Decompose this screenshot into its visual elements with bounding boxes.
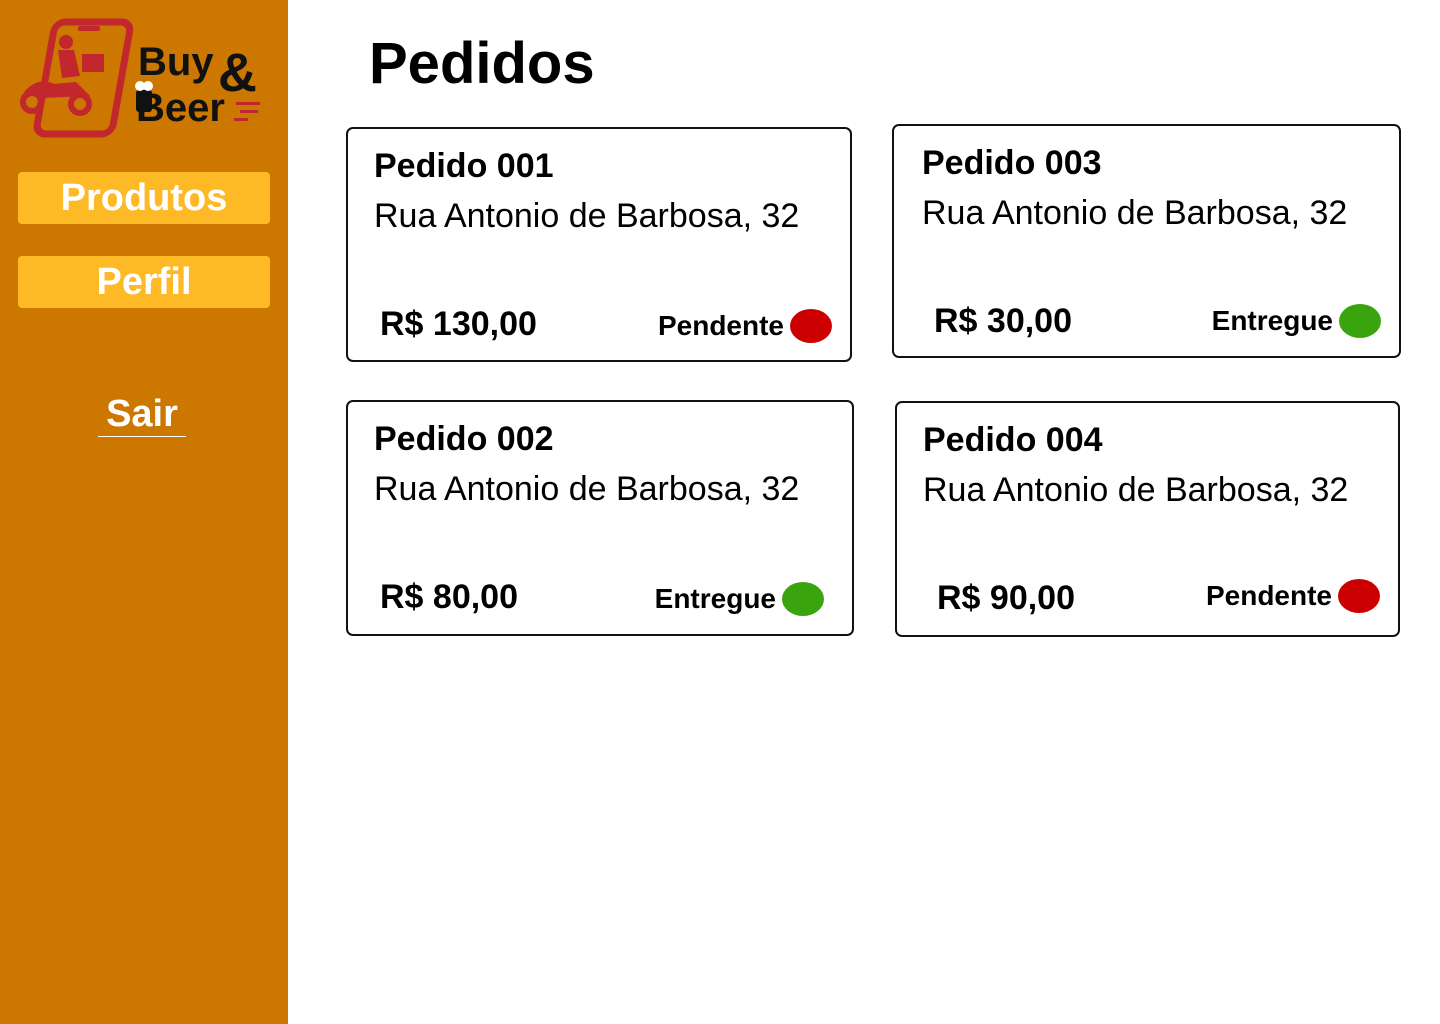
order-card-004[interactable]: Pedido 004 Rua Antonio de Barbosa, 32 R$… bbox=[895, 401, 1400, 637]
order-price: R$ 30,00 bbox=[934, 302, 1072, 340]
status-label: Pendente bbox=[1205, 580, 1332, 611]
page-title: Pedidos bbox=[369, 31, 595, 96]
status-label: Entregue bbox=[1211, 305, 1333, 336]
order-price: R$ 80,00 bbox=[380, 578, 518, 616]
order-price: R$ 130,00 bbox=[380, 305, 537, 343]
order-status: Pendente bbox=[1206, 579, 1380, 613]
status-delivered-dot-icon bbox=[782, 582, 824, 616]
status-label: Pendente bbox=[657, 310, 784, 341]
logo-word-beer: Beer bbox=[136, 86, 225, 130]
order-card-003[interactable]: Pedido 003 Rua Antonio de Barbosa, 32 R$… bbox=[892, 124, 1401, 358]
order-title: Pedido 003 bbox=[922, 144, 1102, 182]
order-title: Pedido 002 bbox=[374, 420, 554, 458]
logout-link[interactable]: Sair bbox=[98, 392, 186, 437]
order-title: Pedido 001 bbox=[374, 147, 554, 185]
order-status: Entregue bbox=[1212, 304, 1381, 338]
order-address: Rua Antonio de Barbosa, 32 bbox=[922, 194, 1348, 232]
status-label: Entregue bbox=[654, 583, 776, 614]
status-delivered-dot-icon bbox=[1339, 304, 1381, 338]
nav-perfil-button[interactable]: Perfil bbox=[18, 256, 270, 308]
order-price: R$ 90,00 bbox=[937, 579, 1075, 617]
order-title: Pedido 004 bbox=[923, 421, 1103, 459]
order-card-002[interactable]: Pedido 002 Rua Antonio de Barbosa, 32 R$… bbox=[346, 400, 854, 636]
logo-word-buy: Buy bbox=[138, 40, 214, 84]
order-status: Entregue bbox=[655, 582, 824, 616]
order-address: Rua Antonio de Barbosa, 32 bbox=[923, 471, 1349, 509]
brand-logo[interactable]: Buy & Beer bbox=[18, 18, 268, 140]
order-card-001[interactable]: Pedido 001 Rua Antonio de Barbosa, 32 R$… bbox=[346, 127, 852, 362]
status-pending-dot-icon bbox=[1338, 579, 1380, 613]
sidebar: Buy & Beer Produtos Perfil Sair bbox=[0, 0, 288, 1024]
order-status: Pendente bbox=[658, 309, 832, 343]
order-address: Rua Antonio de Barbosa, 32 bbox=[374, 470, 800, 508]
order-address: Rua Antonio de Barbosa, 32 bbox=[374, 197, 800, 235]
nav-produtos-button[interactable]: Produtos bbox=[18, 172, 270, 224]
status-pending-dot-icon bbox=[790, 309, 832, 343]
